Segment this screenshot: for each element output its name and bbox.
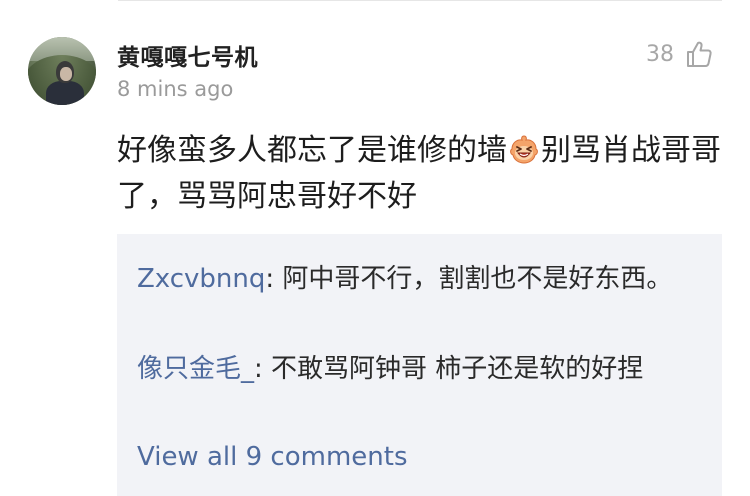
comment-item: 黄嘎嘎七号机 8 mins ago 38 好像蛮多人都忘了是谁修的墙 别骂肖战哥… <box>0 0 750 496</box>
comment-text: 好像蛮多人都忘了是谁修的墙 别骂肖战哥哥了，骂骂阿忠哥好不好 <box>117 128 722 220</box>
reply-author[interactable]: Zxcvbnnq <box>137 264 265 294</box>
comment-timestamp: 8 mins ago <box>117 77 234 101</box>
reply-separator: : <box>254 354 272 384</box>
replies-panel: Zxcvbnnq: 阿中哥不行，割割也不是好东西。 像只金毛_: 不敢骂阿钟哥 … <box>117 234 722 496</box>
reply-item[interactable]: Zxcvbnnq: 阿中哥不行，割割也不是好东西。 <box>137 256 702 302</box>
view-all-comments-link[interactable]: View all 9 comments <box>137 442 408 472</box>
laughing-emoji-icon <box>510 135 538 164</box>
avatar[interactable] <box>28 37 96 105</box>
thumbs-up-icon[interactable] <box>684 39 714 69</box>
reply-author[interactable]: 像只金毛_ <box>137 354 254 384</box>
comment-text-part-1: 好像蛮多人都忘了是谁修的墙 <box>117 133 507 168</box>
reply-text: 不敢骂阿钟哥 柿子还是软的好捏 <box>271 354 644 384</box>
reply-text: 阿中哥不行，割割也不是好东西。 <box>282 264 673 294</box>
reply-item[interactable]: 像只金毛_: 不敢骂阿钟哥 柿子还是软的好捏 <box>137 346 702 392</box>
comment-username[interactable]: 黄嘎嘎七号机 <box>117 38 258 72</box>
reply-separator: : <box>265 264 283 294</box>
like-count: 38 <box>646 41 674 67</box>
like-button[interactable]: 38 <box>646 38 714 70</box>
avatar-person-body <box>46 81 84 105</box>
avatar-person-face <box>60 67 72 81</box>
